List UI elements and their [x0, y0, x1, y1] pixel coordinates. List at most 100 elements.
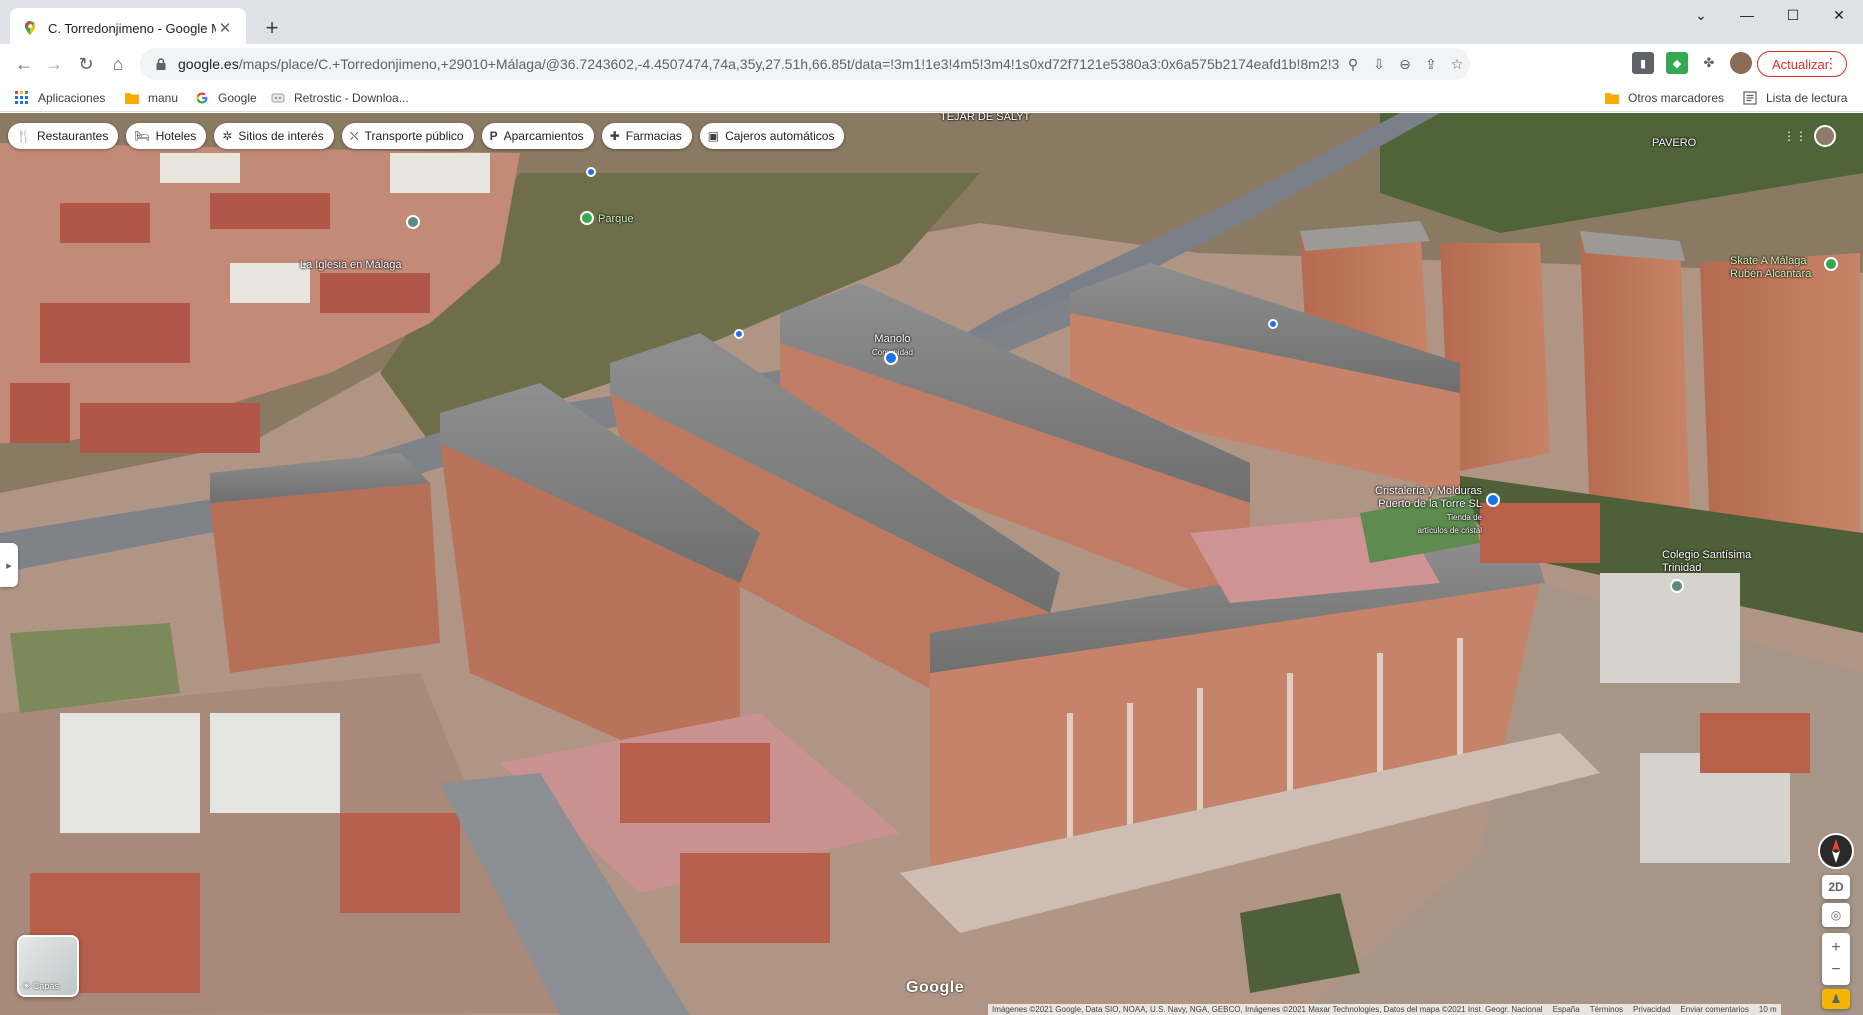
- chip-hoteles[interactable]: 🛏 Hoteles: [126, 123, 207, 149]
- transit-stop-icon[interactable]: [1268, 319, 1278, 329]
- region-link[interactable]: España: [1553, 1005, 1580, 1014]
- chip-restaurantes[interactable]: 🍴 Restaurantes: [8, 123, 119, 149]
- share-icon[interactable]: ⇪: [1418, 51, 1444, 77]
- poi-pin-skate-icon[interactable]: [1824, 257, 1838, 271]
- layers-button[interactable]: ◈ Capas: [17, 935, 79, 997]
- chip-farmacias[interactable]: ✚ Farmacias: [601, 123, 692, 149]
- maximize-button[interactable]: ☐: [1770, 0, 1816, 30]
- minimize-button[interactable]: —: [1724, 0, 1770, 30]
- poi-pin-manolo-icon[interactable]: [884, 351, 898, 365]
- tab-title: C. Torredonjimeno - Google Maps: [48, 20, 216, 36]
- folder-icon: [1605, 93, 1619, 104]
- poi-label-iglesia[interactable]: La Iglesia en Málaga: [300, 259, 402, 272]
- tab-strip: C. Torredonjimeno - Google Maps ✕ + ⌄ — …: [0, 0, 1863, 48]
- my-location-icon[interactable]: ◎: [1822, 903, 1850, 927]
- pharmacy-icon: ✚: [609, 129, 620, 143]
- location-icon[interactable]: ⚲: [1340, 51, 1366, 77]
- bookmark-manu[interactable]: manu: [124, 89, 178, 107]
- google-apps-icon[interactable]: ⋮⋮: [1783, 129, 1807, 143]
- update-button[interactable]: Actualizar ⋮: [1757, 51, 1847, 77]
- hotel-icon: 🛏: [134, 129, 150, 143]
- back-button[interactable]: ←: [10, 50, 38, 78]
- layers-icon: ◈: [23, 980, 30, 990]
- new-tab-button[interactable]: +: [258, 14, 286, 42]
- poi-label-skate-name2: Rubén Alcántara: [1730, 268, 1812, 280]
- browser-toolbar: ← → ↻ ⌂ google.es/maps/place/C.+Torredon…: [0, 44, 1863, 84]
- poi-label-colegio-name1: Colegio Santísima: [1662, 549, 1752, 561]
- zoom-in-button[interactable]: +: [1831, 937, 1840, 959]
- zoom-icon[interactable]: ⊖: [1392, 51, 1418, 77]
- poi-label-manolo-name: Manolo: [874, 333, 911, 345]
- poi-label-skate[interactable]: Skate A Málaga Rubén Alcántara: [1730, 255, 1811, 281]
- bookmark-retrostic[interactable]: Retrostic - Downloa...: [270, 89, 409, 107]
- profile-avatar-icon[interactable]: [1730, 52, 1752, 74]
- bookmark-otros-marcadores[interactable]: Otros marcadores: [1604, 89, 1724, 107]
- poi-pin-parque-icon[interactable]: [580, 211, 594, 225]
- bookmark-aplicaciones[interactable]: Aplicaciones: [14, 89, 105, 107]
- google-logo: Google: [906, 979, 965, 996]
- bookmark-star-icon[interactable]: ☆: [1444, 51, 1470, 77]
- compass-button[interactable]: [1818, 833, 1854, 869]
- poi-label-cristaleria[interactable]: Cristalería y Molduras Puerto de la Torr…: [1375, 485, 1482, 537]
- reading-list-button[interactable]: Lista de lectura: [1742, 89, 1847, 107]
- pegman-street-view-icon[interactable]: ♟: [1822, 989, 1850, 1009]
- apps-grid-icon: [15, 91, 28, 104]
- expand-side-panel-button[interactable]: ▸: [0, 543, 18, 587]
- account-avatar[interactable]: [1814, 125, 1836, 147]
- poi-label-cristaleria-name2: Puerto de la Torre SL: [1378, 498, 1482, 510]
- home-button[interactable]: ⌂: [104, 50, 132, 78]
- satellite-3d-view: [0, 113, 1863, 1015]
- url-text: google.es/maps/place/C.+Torredonjimeno,+…: [178, 56, 1340, 72]
- poi-label-colegio[interactable]: Colegio Santísima Trinidad: [1662, 549, 1751, 575]
- poi-label-parque[interactable]: Parque: [598, 213, 633, 226]
- terms-link[interactable]: Términos: [1590, 1005, 1623, 1014]
- category-chips: 🍴 Restaurantes 🛏 Hoteles ✲ Sitios de interé…: [8, 123, 845, 149]
- zoom-controls: + −: [1822, 933, 1850, 985]
- poi-pin-cristaleria-icon[interactable]: [1486, 493, 1500, 507]
- extensions-puzzle-icon[interactable]: ✤: [1698, 52, 1720, 74]
- close-window-button[interactable]: ✕: [1816, 0, 1862, 30]
- transit-stop-icon[interactable]: [734, 329, 744, 339]
- map-label-tejar: TEJAR DE SALYT: [940, 113, 1031, 123]
- poi-label-skate-name1: Skate A Málaga: [1730, 255, 1807, 267]
- layers-label: ◈ Capas: [23, 980, 59, 991]
- reading-list-icon: [1743, 91, 1757, 105]
- poi-label-cristaleria-name1: Cristalería y Molduras: [1375, 485, 1482, 497]
- transit-stop-icon[interactable]: [586, 167, 596, 177]
- chip-transporte-publico[interactable]: ⛌ Transporte público: [341, 123, 474, 149]
- extension-1-icon[interactable]: ▮: [1632, 52, 1654, 74]
- scale-bar[interactable]: 10 m: [1759, 1005, 1777, 1014]
- toggle-2d-button[interactable]: 2D: [1822, 875, 1850, 899]
- bookmark-google[interactable]: Google: [194, 89, 257, 107]
- map-canvas[interactable]: 🍴 Restaurantes 🛏 Hoteles ✲ Sitios de interé…: [0, 113, 1863, 1015]
- parking-icon: P: [489, 129, 498, 143]
- extension-2-icon[interactable]: ◆: [1666, 52, 1688, 74]
- more-menu-icon[interactable]: ⋮: [1824, 55, 1838, 72]
- map-label-pavero: PAVERO: [1652, 137, 1697, 149]
- reload-button[interactable]: ↻: [72, 50, 100, 78]
- tab-close-icon[interactable]: ✕: [216, 19, 234, 37]
- forward-button[interactable]: →: [40, 50, 68, 78]
- poi-label-cristaleria-type2: artículos de cristal: [1417, 526, 1482, 535]
- browser-window: C. Torredonjimeno - Google Maps ✕ + ⌄ — …: [0, 0, 1863, 1015]
- feedback-link[interactable]: Enviar comentarios: [1680, 1005, 1748, 1014]
- tab-google-maps[interactable]: C. Torredonjimeno - Google Maps ✕: [10, 8, 246, 48]
- poi-pin-iglesia-icon[interactable]: [406, 215, 420, 229]
- poi-label-cristaleria-type1: Tienda de: [1446, 513, 1482, 522]
- chip-sitios-de-interes[interactable]: ✲ Sitios de interés: [214, 123, 334, 149]
- address-bar[interactable]: google.es/maps/place/C.+Torredonjimeno,+…: [140, 48, 1470, 80]
- update-button-label: Actualizar: [1772, 56, 1830, 72]
- retrostic-icon: [271, 93, 285, 103]
- tab-search-icon[interactable]: ⌄: [1678, 0, 1724, 30]
- transit-icon: ⛌: [349, 128, 359, 143]
- zoom-out-button[interactable]: −: [1831, 959, 1840, 981]
- chip-aparcamientos[interactable]: P Aparcamientos: [481, 123, 594, 149]
- bookmarks-bar: Aplicaciones manu Google Retrostic - Dow…: [0, 84, 1863, 112]
- imagery-credit: Imágenes ©2021 Google, Data SIO, NOAA, U…: [992, 1005, 1543, 1014]
- restaurant-icon: 🍴: [16, 129, 31, 143]
- chip-cajeros-automaticos[interactable]: ▣ Cajeros automáticos: [699, 123, 845, 149]
- attraction-icon: ✲: [222, 129, 233, 143]
- install-app-icon[interactable]: ⇩: [1366, 51, 1392, 77]
- privacy-link[interactable]: Privacidad: [1633, 1005, 1670, 1014]
- poi-pin-colegio-icon[interactable]: [1670, 579, 1684, 593]
